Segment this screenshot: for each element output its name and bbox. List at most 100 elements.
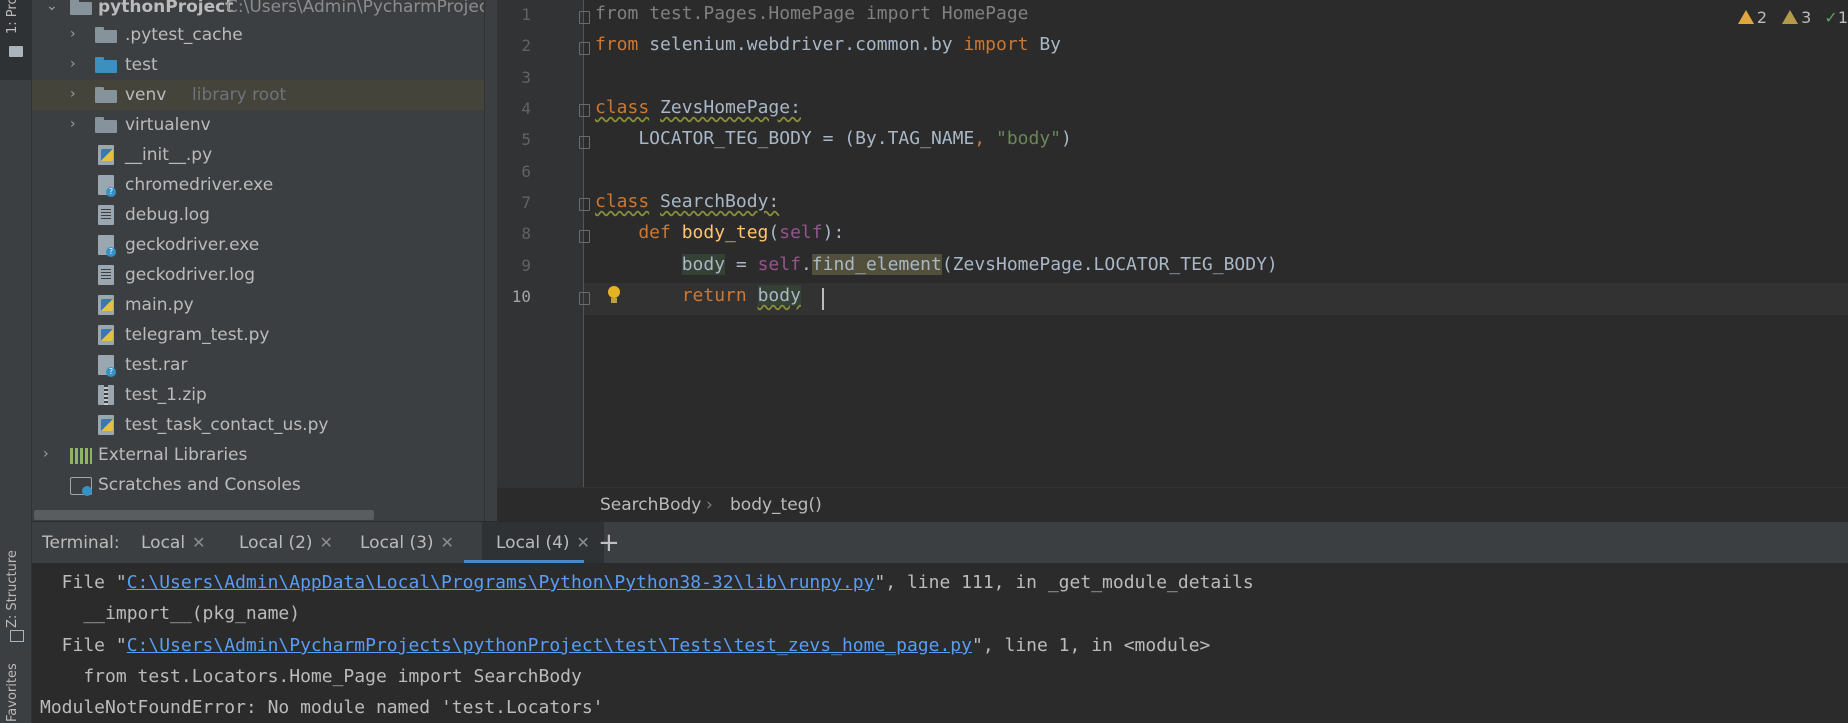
structure-tool-label[interactable]: Z: Structure <box>5 550 20 628</box>
tree-item-label: Scratches and Consoles <box>98 475 301 495</box>
fold-marker-icon[interactable] <box>579 230 590 243</box>
tree-item-external-libraries[interactable]: › External Libraries <box>32 440 484 470</box>
structure-icon <box>10 630 24 642</box>
tree-item[interactable]: › test <box>32 50 484 80</box>
unknown-file-icon: ? <box>98 175 116 197</box>
tree-item-label: geckodriver.log <box>125 265 256 285</box>
tree-item[interactable]: test_1.zip <box>32 380 484 410</box>
ok-count: 1 <box>1837 8 1848 27</box>
line-number: 6 <box>521 162 531 181</box>
weak-warning-count: 3 <box>1801 8 1812 27</box>
tree-item-scratches[interactable]: Scratches and Consoles <box>32 470 484 500</box>
folder-icon <box>95 27 117 43</box>
chevron-right-icon[interactable]: › <box>70 87 80 101</box>
folder-icon <box>95 57 117 73</box>
fold-marker-icon[interactable] <box>579 42 590 55</box>
warning-icon <box>1737 10 1754 24</box>
text-file-icon <box>98 265 114 285</box>
unknown-file-icon: ? <box>98 235 116 257</box>
new-tab-button[interactable]: + <box>598 522 620 564</box>
close-icon[interactable]: ✕ <box>577 533 590 552</box>
close-icon[interactable]: ✕ <box>441 533 454 552</box>
breadcrumb-class[interactable]: SearchBody <box>600 488 701 522</box>
tree-item[interactable]: ? test.rar <box>32 350 484 380</box>
file-link[interactable]: C:\Users\Admin\PycharmProjects\pythonPro… <box>127 635 972 656</box>
tree-item[interactable]: telegram_test.py <box>32 320 484 350</box>
close-icon[interactable]: ✕ <box>320 533 333 552</box>
file-link[interactable]: C:\Users\Admin\AppData\Local\Programs\Py… <box>127 572 875 593</box>
tab-local[interactable]: Local ✕ <box>141 522 205 564</box>
tree-item[interactable]: › .pytest_cache <box>32 20 484 50</box>
tool-window-stripe: 1: Project Z: Structure Favorites <box>0 0 32 723</box>
clock-icon <box>82 486 92 496</box>
line-number: 8 <box>521 224 531 243</box>
tree-item[interactable]: main.py <box>32 290 484 320</box>
breadcrumb: SearchBody › body_teg() <box>497 487 1848 522</box>
project-vertical-scrollbar[interactable] <box>484 0 497 521</box>
line-number: 2 <box>521 36 531 55</box>
terminal-error-line: ModuleNotFoundError: No module named 'te… <box>40 697 604 718</box>
tab-local-3[interactable]: Local (3) ✕ <box>360 522 454 564</box>
tree-item[interactable]: › venv library root <box>32 80 484 110</box>
project-horizontal-scrollbar[interactable] <box>34 510 374 520</box>
tree-root[interactable]: ⌄ pythonProject C:\Users\Admin\PycharmPr… <box>32 0 484 22</box>
python-file-icon <box>98 325 114 345</box>
chevron-right-icon[interactable]: › <box>43 447 53 461</box>
tree-item-label: telegram_test.py <box>125 325 270 345</box>
tree-item-label: __init__.py <box>125 145 213 165</box>
line-number: 5 <box>521 130 531 149</box>
root-name: pythonProject <box>98 0 234 17</box>
tree-item[interactable]: ? chromedriver.exe <box>32 170 484 200</box>
project-tool-window: ⌄ pythonProject C:\Users\Admin\PycharmPr… <box>32 0 484 521</box>
close-icon[interactable]: ✕ <box>192 533 205 552</box>
tree-item-label: .pytest_cache <box>125 25 243 45</box>
terminal-tab-bar: Terminal: Local ✕ Local (2) ✕ Local (3) ✕ L… <box>32 521 1848 564</box>
fold-marker-icon[interactable] <box>579 136 590 149</box>
unknown-file-icon: ? <box>98 355 116 377</box>
tree-item[interactable]: __init__.py <box>32 140 484 170</box>
line-number: 10 <box>511 287 531 306</box>
favorites-tool-label[interactable]: Favorites <box>5 663 20 722</box>
terminal-label: Terminal: <box>42 533 120 553</box>
tree-item-label: geckodriver.exe <box>125 235 260 255</box>
warning-count: 2 <box>1756 8 1768 27</box>
tree-item-label: venv <box>125 85 167 105</box>
terminal-line: __import__(pkg_name) <box>40 603 301 624</box>
tree-item-label: main.py <box>125 295 194 315</box>
tree-item[interactable]: ? geckodriver.exe <box>32 230 484 260</box>
library-root-note: library root <box>192 85 287 105</box>
inspection-widget[interactable]: 2 3 ✓1 <box>1728 8 1848 32</box>
tree-item-label: test_1.zip <box>125 385 207 405</box>
fold-marker-icon[interactable] <box>579 292 590 305</box>
line-number: 4 <box>521 99 531 118</box>
chevron-right-icon[interactable]: › <box>70 27 80 41</box>
fold-marker-icon[interactable] <box>579 11 590 24</box>
tree-item[interactable]: geckodriver.log <box>32 260 484 290</box>
code-editor[interactable] <box>584 0 1848 487</box>
chevron-down-icon[interactable]: ⌄ <box>46 0 58 13</box>
chevron-right-icon[interactable]: › <box>70 117 80 131</box>
tree-item-label: debug.log <box>125 205 210 225</box>
tree-item[interactable]: debug.log <box>32 200 484 230</box>
code-line-7: class SearchBody: <box>595 191 780 212</box>
folder-icon <box>95 87 117 103</box>
project-tool-label[interactable]: 1: Project <box>5 0 20 34</box>
lightbulb-icon[interactable] <box>606 286 622 304</box>
tree-item[interactable]: › virtualenv <box>32 110 484 140</box>
line-number: 7 <box>521 193 531 212</box>
breadcrumb-method[interactable]: body_teg() <box>730 488 822 522</box>
fold-marker-icon[interactable] <box>579 198 590 211</box>
breadcrumb-separator: › <box>706 495 713 515</box>
tree-item-label: test <box>125 55 158 75</box>
fold-marker-icon[interactable] <box>579 104 590 117</box>
line-number: 1 <box>521 5 531 24</box>
line-number: 3 <box>521 68 531 87</box>
folder-icon <box>95 117 117 133</box>
chevron-right-icon[interactable]: › <box>70 57 80 71</box>
text-caret <box>822 288 824 310</box>
tab-local-2[interactable]: Local (2) ✕ <box>239 522 333 564</box>
tree-item-label: test.rar <box>125 355 188 375</box>
tree-item[interactable]: test_task_contact_us.py <box>32 410 484 440</box>
tree-item-label: External Libraries <box>98 445 248 465</box>
tab-local-4[interactable]: Local (4) ✕ <box>482 522 604 564</box>
